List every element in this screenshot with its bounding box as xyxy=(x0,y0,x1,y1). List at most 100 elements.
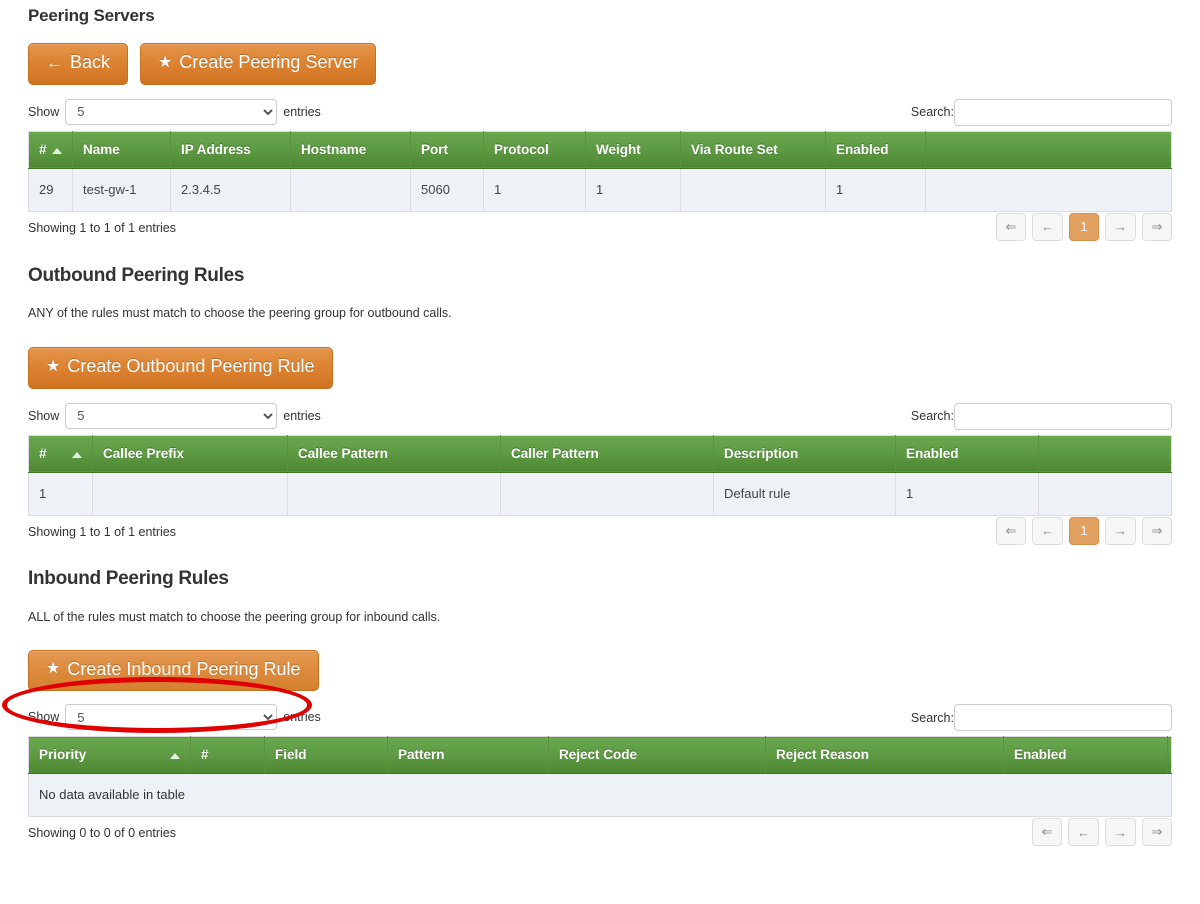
outbound-section-heading: Outbound Peering Rules xyxy=(28,265,1172,287)
column-header-actions[interactable] xyxy=(1039,435,1172,472)
table-cell xyxy=(288,472,501,515)
create-peering-server-label: Create Peering Server xyxy=(179,53,358,73)
star-icon: ★ xyxy=(46,359,60,375)
outbound-table-pagination: ⇐←1→⇒ xyxy=(996,517,1172,545)
table-cell: 2.3.4.5 xyxy=(171,168,291,211)
pagination-next-page[interactable]: → xyxy=(1105,818,1136,846)
column-header-reject-reason[interactable]: Reject Reason xyxy=(766,737,1004,774)
column-header-enabled[interactable]: Enabled xyxy=(826,131,926,168)
table-cell: 5060 xyxy=(411,168,484,211)
outbound-rules-table: #Callee PrefixCallee PatternCaller Patte… xyxy=(28,435,1172,516)
pagination-first-page[interactable]: ⇐ xyxy=(996,517,1026,545)
column-header-description[interactable]: Description xyxy=(714,435,896,472)
outbound-search-input[interactable] xyxy=(954,403,1172,430)
pagination-last-page[interactable]: ⇒ xyxy=(1142,818,1172,846)
column-header-weight[interactable]: Weight xyxy=(586,131,681,168)
empty-message: No data available in table xyxy=(29,774,1172,817)
column-header-caller-pattern[interactable]: Caller Pattern xyxy=(501,435,714,472)
outbound-entries-label: entries xyxy=(283,409,321,423)
servers-search-input[interactable] xyxy=(954,99,1172,126)
outbound-table-footer: Showing 1 to 1 of 1 entries ⇐←1→⇒ xyxy=(28,525,1172,559)
column-header-field[interactable]: Field xyxy=(265,737,388,774)
create-inbound-peering-rule-button[interactable]: ★ Create Inbound Peering Rule xyxy=(28,650,319,692)
column-header-enabled[interactable]: Enabled xyxy=(1004,737,1168,774)
servers-show-label: Show xyxy=(28,105,59,119)
servers-entries-label: entries xyxy=(283,105,321,119)
table-cell: 1 xyxy=(586,168,681,211)
inbound-table-header-row: Priority#FieldPatternReject CodeReject R… xyxy=(29,737,1172,774)
column-header-enabled[interactable]: Enabled xyxy=(896,435,1039,472)
outbound-search-control: Search: xyxy=(911,403,1172,430)
outbound-length-select[interactable]: 5102550100 xyxy=(65,403,277,429)
create-inbound-peering-rule-label: Create Inbound Peering Rule xyxy=(67,660,300,680)
column-header-port[interactable]: Port xyxy=(411,131,484,168)
peering-servers-page: Peering Servers ← Back ★ Create Peering … xyxy=(0,0,1200,904)
table-row[interactable]: 29test-gw-12.3.4.55060111 xyxy=(29,168,1172,211)
sort-ascending-icon xyxy=(170,753,180,759)
column-header-actions[interactable] xyxy=(926,131,1172,168)
servers-length-select[interactable]: 5102550100 xyxy=(65,99,277,125)
create-outbound-peering-rule-label: Create Outbound Peering Rule xyxy=(67,357,314,377)
column-header-[interactable]: # xyxy=(191,737,265,774)
create-outbound-peering-rule-button[interactable]: ★ Create Outbound Peering Rule xyxy=(28,347,333,389)
inbound-search-input[interactable] xyxy=(954,704,1172,731)
table-cell: 1 xyxy=(826,168,926,211)
pagination-first-page[interactable]: ⇐ xyxy=(1032,818,1062,846)
servers-table: #NameIP AddressHostnamePortProtocolWeigh… xyxy=(28,131,1172,212)
inbound-search-label: Search: xyxy=(911,711,954,725)
back-button[interactable]: ← Back xyxy=(28,43,128,85)
back-button-label: Back xyxy=(70,53,110,73)
pagination-previous-page[interactable]: ← xyxy=(1032,517,1063,545)
column-header-callee-pattern[interactable]: Callee Pattern xyxy=(288,435,501,472)
page-title: Peering Servers xyxy=(28,0,1172,26)
servers-table-header-row: #NameIP AddressHostnamePortProtocolWeigh… xyxy=(29,131,1172,168)
inbound-search-control: Search: xyxy=(911,704,1172,731)
table-cell: 29 xyxy=(29,168,73,211)
inbound-table-info: Showing 0 to 0 of 0 entries xyxy=(28,826,1172,840)
column-header-via-route-set[interactable]: Via Route Set xyxy=(681,131,826,168)
inbound-length-select[interactable]: 5102550100 xyxy=(65,704,277,730)
column-header-reject-code[interactable]: Reject Code xyxy=(549,737,766,774)
pagination-last-page[interactable]: ⇒ xyxy=(1142,517,1172,545)
pagination-next-page[interactable]: → xyxy=(1105,517,1136,545)
inbound-toolbar: ★ Create Inbound Peering Rule xyxy=(28,650,1172,692)
column-header-[interactable]: # xyxy=(29,131,73,168)
column-header-priority[interactable]: Priority xyxy=(29,737,191,774)
outbound-toolbar: ★ Create Outbound Peering Rule xyxy=(28,347,1172,389)
sort-ascending-icon xyxy=(72,452,82,458)
pagination-previous-page[interactable]: ← xyxy=(1068,818,1099,846)
column-header-[interactable]: # xyxy=(29,435,93,472)
pagination-last-page[interactable]: ⇒ xyxy=(1142,213,1172,241)
page-toolbar: ← Back ★ Create Peering Server xyxy=(28,43,1172,85)
create-peering-server-button[interactable]: ★ Create Peering Server xyxy=(140,43,376,85)
star-icon: ★ xyxy=(158,55,172,71)
inbound-rules-datatable: Show 5102550100 entries Search: Priority… xyxy=(28,704,1172,860)
column-header-callee-prefix[interactable]: Callee Prefix xyxy=(93,435,288,472)
sort-ascending-icon xyxy=(52,148,62,154)
outbound-rules-datatable: Show 5102550100 entries Search: #Callee … xyxy=(28,403,1172,559)
inbound-entries-label: entries xyxy=(283,710,321,724)
outbound-search-label: Search: xyxy=(911,409,954,423)
column-header-ip-address[interactable]: IP Address xyxy=(171,131,291,168)
inbound-section-description: ALL of the rules must match to choose th… xyxy=(28,610,1172,624)
pagination-first-page[interactable]: ⇐ xyxy=(996,213,1026,241)
column-header-protocol[interactable]: Protocol xyxy=(484,131,586,168)
pagination-next-page[interactable]: → xyxy=(1105,213,1136,241)
column-header-hostname[interactable]: Hostname xyxy=(291,131,411,168)
pagination-previous-page[interactable]: ← xyxy=(1032,213,1063,241)
table-cell xyxy=(681,168,826,211)
inbound-show-label: Show xyxy=(28,710,59,724)
pagination-page-1[interactable]: 1 xyxy=(1069,213,1099,241)
table-empty-row: No data available in table xyxy=(29,774,1172,817)
table-cell xyxy=(93,472,288,515)
column-header-actions[interactable] xyxy=(1168,737,1172,774)
table-cell: 1 xyxy=(484,168,586,211)
table-cell: 1 xyxy=(29,472,93,515)
pagination-page-1[interactable]: 1 xyxy=(1069,517,1099,545)
table-cell xyxy=(291,168,411,211)
servers-table-body: 29test-gw-12.3.4.55060111 xyxy=(29,168,1172,211)
table-row[interactable]: 1Default rule1 xyxy=(29,472,1172,515)
table-cell xyxy=(1039,472,1172,515)
column-header-name[interactable]: Name xyxy=(73,131,171,168)
column-header-pattern[interactable]: Pattern xyxy=(388,737,549,774)
